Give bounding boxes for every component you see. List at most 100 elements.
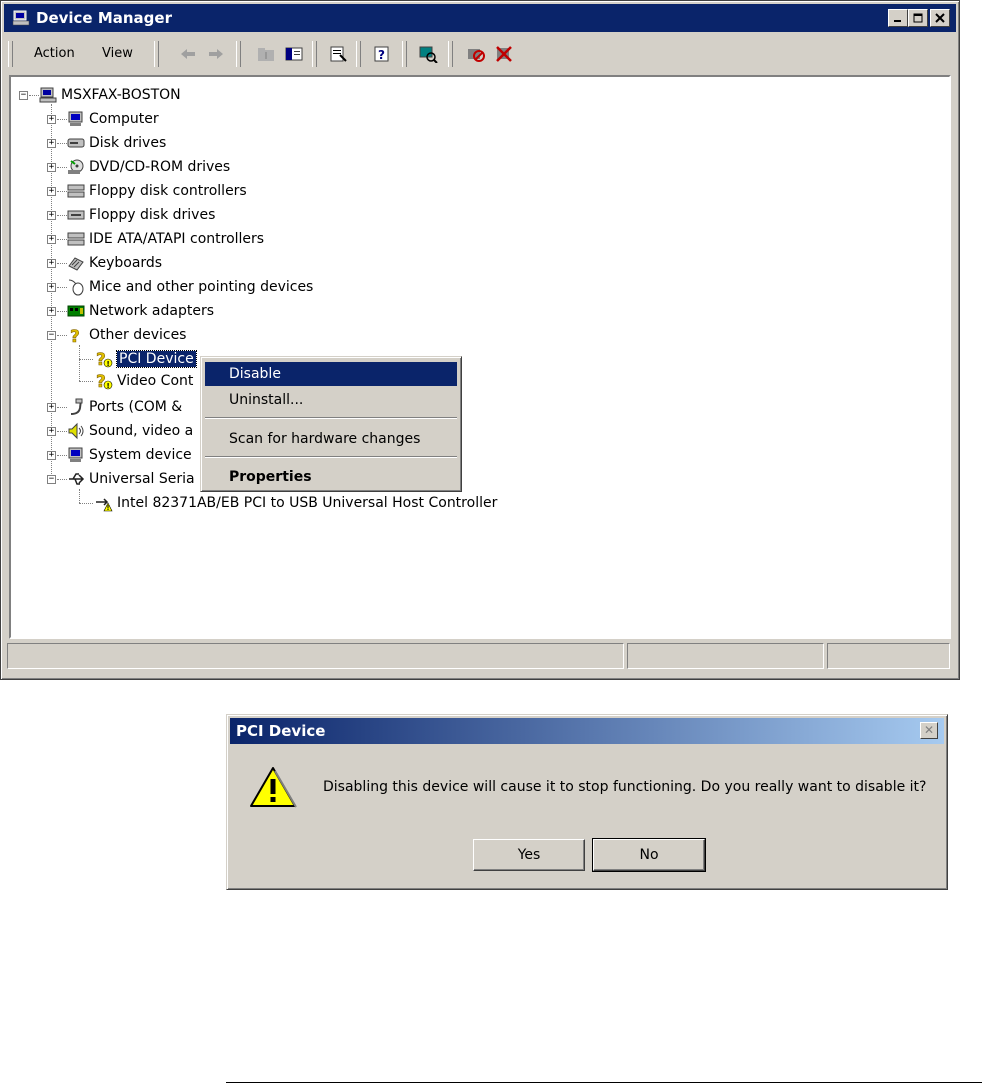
tree-item-sound-video[interactable]: Sound, video a — [67, 420, 193, 442]
tree-item-dvd-cdrom[interactable]: DVD/CD-ROM drives — [67, 156, 230, 178]
maximize-icon — [913, 13, 923, 23]
warning-icon — [250, 767, 297, 808]
tree-item-label: Floppy disk controllers — [89, 183, 247, 199]
tree-item-label: Mice and other pointing devices — [89, 279, 314, 295]
title-bar[interactable]: Device Manager — [4, 4, 956, 32]
menu-item-scan[interactable]: Scan for hardware changes — [205, 427, 457, 451]
menu-view[interactable]: View — [102, 46, 133, 61]
tree-item-label: Disk drives — [89, 135, 167, 151]
expand-toggle[interactable]: + — [47, 283, 56, 292]
tree-item-floppy-drives[interactable]: Floppy disk drives — [67, 204, 215, 226]
svg-text:!: ! — [107, 382, 110, 390]
speaker-icon — [68, 422, 84, 440]
menu-separator — [205, 456, 457, 458]
tree-item-mice[interactable]: Mice and other pointing devices — [67, 276, 313, 298]
forward-arrow-icon[interactable] — [206, 45, 226, 63]
tree-item-pci-device[interactable]: ?! PCI Device — [95, 348, 197, 370]
tree-item-label: Ports (COM & — [89, 399, 183, 415]
expand-toggle[interactable]: + — [47, 451, 56, 460]
expand-toggle[interactable]: + — [47, 403, 56, 412]
menu-item-disable[interactable]: Disable — [205, 362, 457, 386]
window-title: Device Manager — [36, 9, 172, 27]
collapse-toggle[interactable]: − — [47, 331, 56, 340]
tree-root[interactable]: MSXFAX-BOSTON — [39, 84, 181, 106]
expand-toggle[interactable]: + — [47, 139, 56, 148]
collapse-toggle[interactable]: − — [47, 475, 56, 484]
up-folder-icon[interactable] — [256, 45, 276, 63]
computer-icon — [68, 111, 83, 126]
tree-item-system-devices[interactable]: System device — [67, 444, 192, 466]
computer-icon — [68, 447, 83, 462]
expand-toggle[interactable]: + — [47, 427, 56, 436]
mouse-icon — [68, 279, 84, 296]
tree-item-ide-controllers[interactable]: IDE ATA/ATAPI controllers — [67, 228, 264, 250]
menu-action[interactable]: Action — [34, 46, 75, 61]
toolbar-grip[interactable] — [154, 41, 159, 67]
dialog-message: Disabling this device will cause it to s… — [323, 779, 927, 795]
confirm-dialog: PCI Device ✕ Disabling this device will … — [226, 714, 948, 890]
question-mark-icon: ? — [70, 327, 80, 344]
tree-item-video-controller[interactable]: ?! Video Cont — [95, 370, 194, 392]
tree-item-usb-host-controller[interactable]: Intel 82371AB/EB PCI to USB Universal Ho… — [95, 492, 497, 514]
unknown-device-warning-icon: ?! — [96, 350, 113, 368]
status-pane-2 — [627, 643, 824, 669]
port-connector-icon — [70, 398, 83, 415]
toolbar: Action View ? — [6, 37, 954, 71]
menu-separator — [205, 417, 457, 419]
tree-item-ports[interactable]: Ports (COM & — [67, 396, 182, 418]
tree-item-floppy-controllers[interactable]: Floppy disk controllers — [67, 180, 247, 202]
tree-item-computer[interactable]: Computer — [67, 108, 159, 130]
device-tree[interactable]: − MSXFAX-BOSTON + Computer + Disk drives… — [9, 75, 951, 639]
tree-item-label: Network adapters — [89, 303, 214, 319]
expand-toggle[interactable]: + — [47, 307, 56, 316]
close-button[interactable] — [930, 9, 950, 27]
svg-text:!: ! — [107, 360, 110, 368]
tree-item-label: PCI Device — [116, 350, 197, 368]
back-arrow-icon[interactable] — [178, 45, 198, 63]
scan-hardware-icon[interactable] — [418, 45, 438, 63]
close-icon — [935, 13, 945, 23]
tree-item-other-devices[interactable]: ? Other devices — [67, 324, 187, 346]
device-manager-window: Device Manager Action View ? − MSXFAX-BO… — [0, 0, 960, 680]
expand-toggle[interactable]: + — [47, 163, 56, 172]
minimize-icon — [894, 20, 901, 22]
usb-icon — [69, 473, 85, 485]
maximize-button[interactable] — [908, 9, 928, 27]
unknown-device-warning-icon: ?! — [96, 372, 113, 390]
expand-toggle[interactable]: + — [47, 211, 56, 220]
computer-icon — [39, 87, 57, 103]
tree-item-usb-controllers[interactable]: Universal Seria — [67, 468, 195, 490]
tree-item-network-adapters[interactable]: Network adapters — [67, 300, 214, 322]
root-label: MSXFAX-BOSTON — [61, 87, 181, 103]
toolbar-grip[interactable] — [8, 41, 13, 67]
expand-toggle[interactable]: + — [47, 115, 56, 124]
expand-toggle[interactable]: + — [47, 187, 56, 196]
status-bar — [7, 643, 950, 671]
show-hide-tree-icon[interactable] — [284, 45, 304, 63]
tree-item-disk-drives[interactable]: Disk drives — [67, 132, 166, 154]
collapse-toggle[interactable]: − — [19, 91, 28, 100]
toolbar-separator — [312, 41, 317, 67]
help-icon[interactable]: ? — [372, 45, 392, 63]
disable-device-icon[interactable] — [466, 45, 486, 63]
no-button[interactable]: No — [592, 838, 706, 872]
minimize-button[interactable] — [888, 9, 908, 27]
tree-item-label: DVD/CD-ROM drives — [89, 159, 231, 175]
toolbar-separator — [356, 41, 361, 67]
tree-item-label: Other devices — [89, 327, 187, 343]
dialog-title-bar[interactable]: PCI Device ✕ — [230, 718, 944, 744]
controller-icon — [67, 232, 85, 246]
tree-item-label: IDE ATA/ATAPI controllers — [89, 231, 265, 247]
menu-item-uninstall[interactable]: Uninstall... — [205, 388, 457, 412]
device-manager-icon — [12, 10, 30, 26]
menu-item-properties[interactable]: Properties — [205, 465, 457, 489]
uninstall-device-icon[interactable] — [494, 45, 514, 63]
svg-text:?: ? — [70, 327, 80, 344]
toolbar-separator — [402, 41, 407, 67]
yes-button[interactable]: Yes — [473, 839, 585, 871]
tree-item-keyboards[interactable]: Keyboards — [67, 252, 162, 274]
expand-toggle[interactable]: + — [47, 235, 56, 244]
dialog-close-button[interactable]: ✕ — [920, 722, 938, 739]
properties-icon[interactable] — [328, 45, 348, 63]
expand-toggle[interactable]: + — [47, 259, 56, 268]
